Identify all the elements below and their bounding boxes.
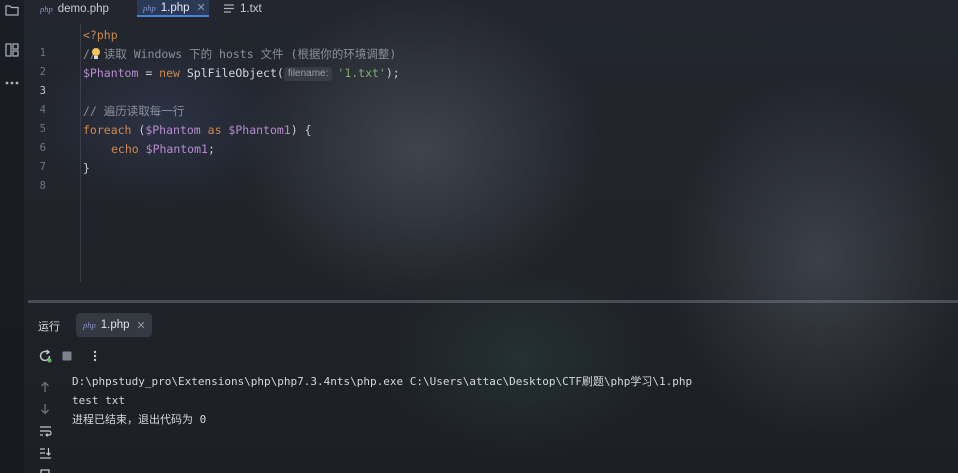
code-editor[interactable]: 1 <?php 2 // 读取 Windows 下的 hosts 文件 (根据你… bbox=[28, 24, 958, 284]
code-line-3[interactable]: 3 $Phantom = new SplFileObject(filename:… bbox=[28, 64, 928, 97]
tab-label: 1.php bbox=[160, 1, 190, 14]
tab-label: demo.php bbox=[57, 2, 109, 15]
soft-wrap-icon[interactable] bbox=[36, 422, 54, 440]
php-file-icon: php bbox=[83, 320, 96, 330]
code-line-5[interactable]: 5 // 遍历读取每一行 bbox=[28, 102, 928, 135]
console-line-output: test txt bbox=[72, 394, 125, 407]
arrow-up-icon[interactable] bbox=[36, 378, 54, 396]
close-icon[interactable]: ✕ bbox=[137, 319, 146, 332]
statement-end: ; bbox=[207, 142, 215, 156]
more-tools-icon[interactable] bbox=[2, 73, 22, 93]
print-icon[interactable] bbox=[36, 464, 54, 473]
scroll-to-end-icon[interactable] bbox=[36, 444, 54, 462]
arrow-down-icon[interactable] bbox=[36, 400, 54, 418]
left-tool-rail bbox=[0, 0, 24, 473]
line-number: 8 bbox=[39, 180, 46, 192]
tab-label: 1.txt bbox=[240, 2, 262, 15]
panel-splitter[interactable] bbox=[28, 300, 958, 303]
code-line-2[interactable]: 2 // 读取 Windows 下的 hosts 文件 (根据你的环境调整) bbox=[28, 45, 928, 78]
intention-lightbulb-icon[interactable] bbox=[91, 47, 101, 61]
php-open-tag: <?php bbox=[83, 28, 118, 42]
console-line-command: D:\phpstudy_pro\Extensions\php\php7.3.4n… bbox=[72, 375, 693, 388]
tab-demo-php[interactable]: php demo.php bbox=[34, 0, 130, 17]
class-name: SplFileObject( bbox=[179, 66, 284, 80]
keyword-echo: echo bbox=[111, 142, 139, 156]
close-icon[interactable]: ✕ bbox=[197, 1, 206, 14]
code-line-7[interactable]: 7 echo $Phantom1; bbox=[28, 140, 928, 173]
tab-1-php[interactable]: php 1.php ✕ bbox=[137, 0, 209, 17]
php-file-icon: php bbox=[143, 2, 156, 13]
code-line-1[interactable]: 1 <?php bbox=[28, 26, 928, 59]
run-tab-label: 1.php bbox=[100, 319, 130, 331]
php-file-icon: php bbox=[40, 3, 53, 14]
editor-tab-bar: php demo.php php 1.php ✕ 1.txt bbox=[28, 0, 958, 17]
keyword-new: new bbox=[159, 66, 180, 80]
code-line-6[interactable]: 6 foreach ($Phantom as $Phantom1) { bbox=[28, 121, 928, 154]
tab-1-txt[interactable]: 1.txt bbox=[218, 0, 278, 17]
string-literal: '1.txt' bbox=[337, 66, 386, 80]
structure-icon[interactable] bbox=[2, 40, 22, 60]
paren-open: ( bbox=[131, 123, 146, 137]
keyword-foreach: foreach bbox=[83, 123, 132, 137]
run-panel-title: 运行 bbox=[38, 320, 60, 333]
closing-brace: } bbox=[83, 161, 90, 175]
variable: $Phantom bbox=[145, 123, 201, 137]
variable: $Phantom1 bbox=[228, 123, 291, 137]
variable: $Phantom bbox=[83, 66, 139, 80]
console-line-exit-status: 进程已结束，退出代码为 0 bbox=[72, 413, 207, 426]
console-output[interactable]: D:\phpstudy_pro\Extensions\php\php7.3.4n… bbox=[72, 372, 952, 429]
ide-window: php demo.php php 1.php ✕ 1.txt 1 <?php 2… bbox=[0, 0, 958, 473]
rerun-icon[interactable] bbox=[36, 347, 54, 365]
variable: $Phantom1 bbox=[145, 142, 208, 156]
run-toolbar bbox=[28, 344, 148, 368]
operator: = bbox=[138, 66, 160, 80]
run-panel-header: 运行 php 1.php ✕ bbox=[28, 312, 958, 338]
stop-icon[interactable] bbox=[58, 347, 76, 365]
project-folder-icon[interactable] bbox=[2, 0, 22, 20]
parameter-hint: filename: bbox=[283, 67, 333, 81]
code-line-8[interactable]: 8 } bbox=[28, 159, 928, 192]
text-file-icon bbox=[224, 4, 234, 13]
paren-close: ) { bbox=[290, 123, 312, 137]
run-tab-1-php[interactable]: php 1.php ✕ bbox=[76, 313, 152, 337]
statement-end: ); bbox=[385, 66, 400, 80]
comment: // 遍历读取每一行 bbox=[83, 104, 185, 118]
comment-text: 读取 Windows 下的 hosts 文件 (根据你的环境调整) bbox=[96, 47, 397, 61]
keyword-as: as bbox=[200, 123, 229, 137]
more-options-icon[interactable] bbox=[86, 347, 104, 365]
code-line-4[interactable]: 4 bbox=[28, 83, 928, 116]
